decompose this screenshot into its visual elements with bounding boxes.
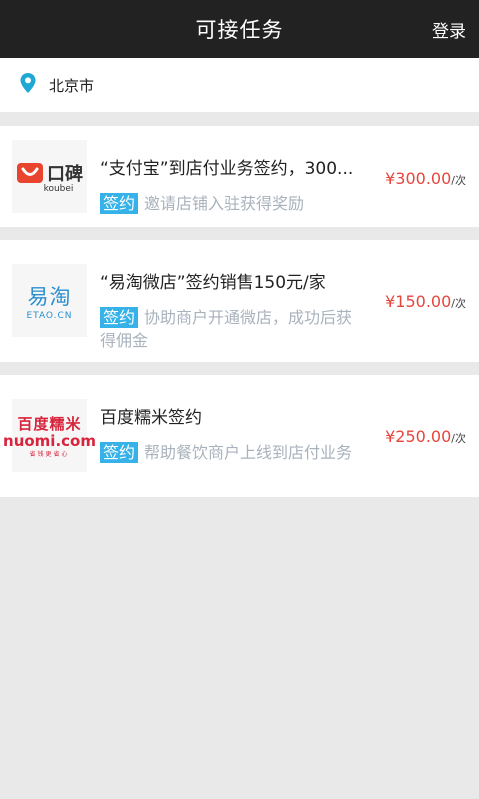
task-description: 签约 帮助餐饮商户上线到店付业务 <box>100 441 355 464</box>
task-price: ¥150.00/次 <box>385 292 466 311</box>
task-item-koubei[interactable]: 口碑 koubei “支付宝”到店付业务签约，300... 签约 邀请店铺入驻获得… <box>0 126 479 227</box>
task-title: 百度糯米签约 <box>100 408 202 428</box>
task-price: ¥250.00/次 <box>385 427 466 446</box>
nuomi-logo-text: 百度糯米 <box>17 415 82 433</box>
sign-tag: 签约 <box>100 442 139 463</box>
sign-tag: 签约 <box>100 193 139 214</box>
price-amount: ¥250.00 <box>385 427 452 446</box>
koubei-logo-sub: koubei <box>43 183 74 194</box>
price-unit: /次 <box>451 174 466 187</box>
koubei-logo: 口碑 koubei <box>12 140 87 213</box>
koubei-smile-icon <box>17 162 43 183</box>
price-unit: /次 <box>451 432 466 445</box>
login-button[interactable]: 登录 <box>432 0 466 58</box>
price-unit: /次 <box>451 297 466 310</box>
task-price: ¥300.00/次 <box>385 169 466 188</box>
nuomi-logo: 百度糯米 nuomi.com 省钱更省心 <box>3 399 96 472</box>
task-description: 签约 邀请店铺入驻获得奖励 <box>100 192 355 215</box>
etao-logo-text: 易淘 <box>27 284 72 309</box>
koubei-logo-text: 口碑 <box>47 163 83 185</box>
page-title: 可接任务 <box>195 18 284 42</box>
task-item-nuomi[interactable]: 百度糯米 nuomi.com 省钱更省心 百度糯米签约 签约 帮助餐饮商户上线到店… <box>0 375 479 497</box>
etao-logo: 易淘 ETAO.CN <box>12 264 87 337</box>
location-bar[interactable]: 北京市 <box>0 58 479 112</box>
task-description-text: 帮助餐饮商户上线到店付业务 <box>144 443 353 462</box>
task-description: 签约 协助商户开通微店，成功后获得佣金 <box>100 306 355 352</box>
task-title: “易淘微店”签约销售150元/家 <box>100 273 326 293</box>
location-pin-icon <box>19 72 37 98</box>
price-amount: ¥300.00 <box>385 169 452 188</box>
city-label: 北京市 <box>49 76 95 95</box>
price-amount: ¥150.00 <box>385 292 452 311</box>
task-title: “支付宝”到店付业务签约，300... <box>100 159 354 179</box>
etao-logo-sub: ETAO.CN <box>26 310 73 321</box>
nuomi-logo-sub: nuomi.com <box>3 432 96 450</box>
sign-tag: 签约 <box>100 307 139 328</box>
top-bar: 可接任务 登录 <box>0 0 479 58</box>
nuomi-logo-tagline: 省钱更省心 <box>29 451 70 458</box>
task-item-etao[interactable]: 易淘 ETAO.CN “易淘微店”签约销售150元/家 签约 协助商户开通微店，成… <box>0 240 479 362</box>
task-description-text: 邀请店铺入驻获得奖励 <box>144 194 305 213</box>
